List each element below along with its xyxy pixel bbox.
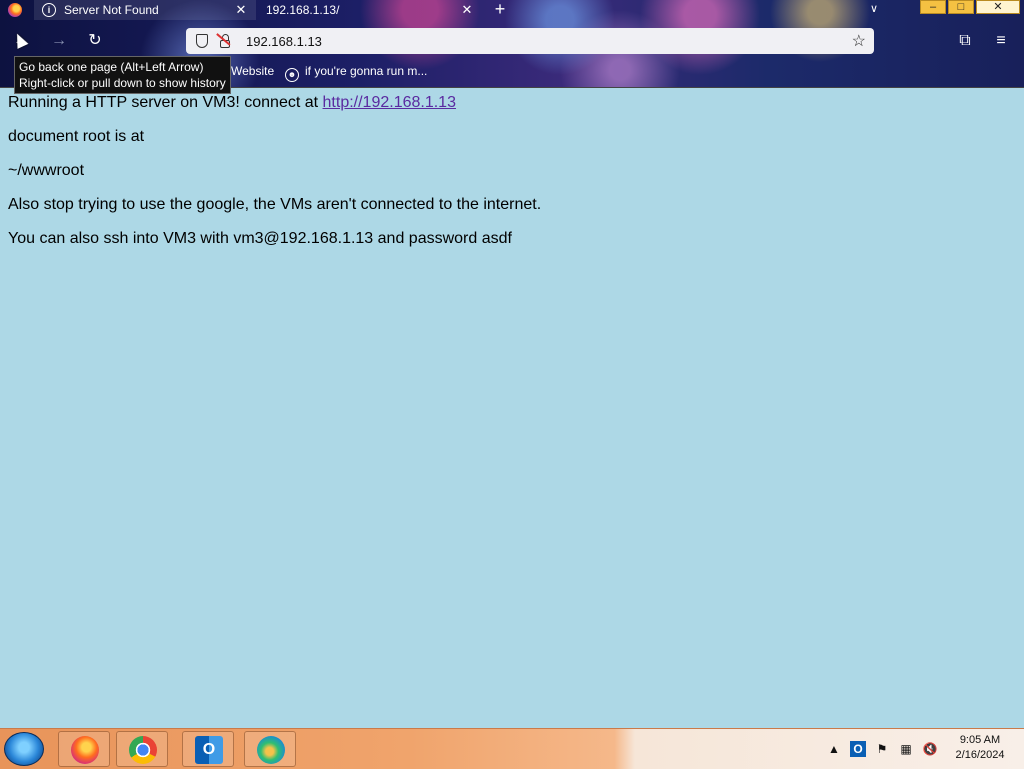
- firefox-menu[interactable]: [0, 0, 30, 20]
- list-all-tabs-button[interactable]: ∨: [866, 0, 882, 20]
- bookmark-star-icon[interactable]: ☆: [852, 31, 866, 51]
- clock-time: 9:05 AM: [959, 734, 1001, 746]
- tab-label: Server Not Found: [64, 3, 159, 17]
- taskbar: O ▲ O ⚑ ▦ 🔇 9:05 AM 2/16/2024: [0, 728, 1024, 769]
- clock[interactable]: 9:05 AM 2/16/2024: [948, 733, 1012, 763]
- globe-icon: ☻: [285, 68, 299, 82]
- document-root-line: document root is at: [8, 128, 145, 145]
- volume-muted-icon[interactable]: 🔇: [922, 741, 938, 757]
- internet-notice: Also stop trying to use the google, the …: [8, 196, 542, 213]
- page-content: Running a HTTP server on VM3! connect at…: [8, 94, 1008, 264]
- forward-button[interactable]: →: [48, 30, 70, 52]
- new-tab-button[interactable]: +: [490, 0, 510, 20]
- menu-hamburger-icon[interactable]: ≡: [990, 30, 1012, 52]
- back-button-tooltip: Go back one page (Alt+Left Arrow) Right-…: [14, 56, 231, 94]
- clock-date: 2/16/2024: [955, 749, 1005, 761]
- taskbar-edge[interactable]: [244, 731, 296, 767]
- chrome-icon: [129, 736, 157, 764]
- close-tab-icon[interactable]: ✕: [234, 2, 248, 18]
- insecure-lock-icon[interactable]: [220, 33, 230, 48]
- tracking-protection-shield-icon[interactable]: [196, 34, 208, 48]
- bookmark-website[interactable]: Website: [231, 64, 274, 78]
- bookmark-label: if you're gonna run m...: [305, 64, 428, 78]
- taskbar-outlook[interactable]: O: [182, 731, 234, 767]
- bookmark-if-youre-gonna-run[interactable]: ☻ if you're gonna run m...: [285, 64, 427, 82]
- navigation-toolbar: ← → ↻ 192.168.1.13 ☆ ⧉ ≡: [0, 24, 1024, 58]
- network-icon[interactable]: ▦: [898, 741, 914, 757]
- minimize-button[interactable]: –: [920, 0, 946, 14]
- tab-192-168-1-13[interactable]: 192.168.1.13/ ✕: [258, 0, 482, 20]
- outlook-tray-icon[interactable]: O: [850, 741, 866, 757]
- close-tab-icon[interactable]: ✕: [460, 2, 474, 18]
- close-window-button[interactable]: ✕: [976, 0, 1020, 14]
- system-tray: ▲ O ⚑ ▦ 🔇: [826, 731, 946, 767]
- start-button[interactable]: [4, 732, 44, 766]
- server-link[interactable]: http://192.168.1.13: [323, 94, 456, 111]
- tooltip-line: Go back one page (Alt+Left Arrow): [19, 60, 204, 74]
- maximize-button[interactable]: □: [948, 0, 974, 14]
- outlook-icon: O: [195, 736, 223, 764]
- firefox-icon: [8, 3, 22, 17]
- action-center-flag-icon[interactable]: ⚑: [874, 741, 890, 757]
- tab-strip: i Server Not Found ✕ 192.168.1.13/ ✕ + ∨…: [0, 0, 1024, 20]
- tab-label: 192.168.1.13/: [266, 3, 340, 17]
- firefox-icon: [71, 736, 99, 764]
- server-info-line: Running a HTTP server on VM3! connect at…: [8, 94, 1008, 112]
- extensions-puzzle-icon[interactable]: ⧉: [954, 30, 976, 52]
- reload-button[interactable]: ↻: [84, 30, 106, 52]
- show-hidden-icons-icon[interactable]: ▲: [826, 741, 842, 757]
- document-root-path: ~/wwwroot: [8, 162, 85, 179]
- address-bar[interactable]: 192.168.1.13 ☆: [186, 28, 874, 54]
- info-icon: i: [42, 3, 56, 17]
- bookmark-label: Website: [231, 64, 275, 78]
- tab-server-not-found[interactable]: i Server Not Found ✕: [34, 0, 256, 20]
- edge-icon: [257, 736, 285, 764]
- url-text[interactable]: 192.168.1.13: [246, 34, 852, 49]
- ssh-info: You can also ssh into VM3 with vm3@192.1…: [8, 230, 512, 247]
- taskbar-chrome[interactable]: [116, 731, 168, 767]
- taskbar-firefox[interactable]: [58, 731, 110, 767]
- server-info-text: Running a HTTP server on VM3! connect at: [8, 94, 323, 111]
- tooltip-line: Right-click or pull down to show history: [19, 76, 226, 90]
